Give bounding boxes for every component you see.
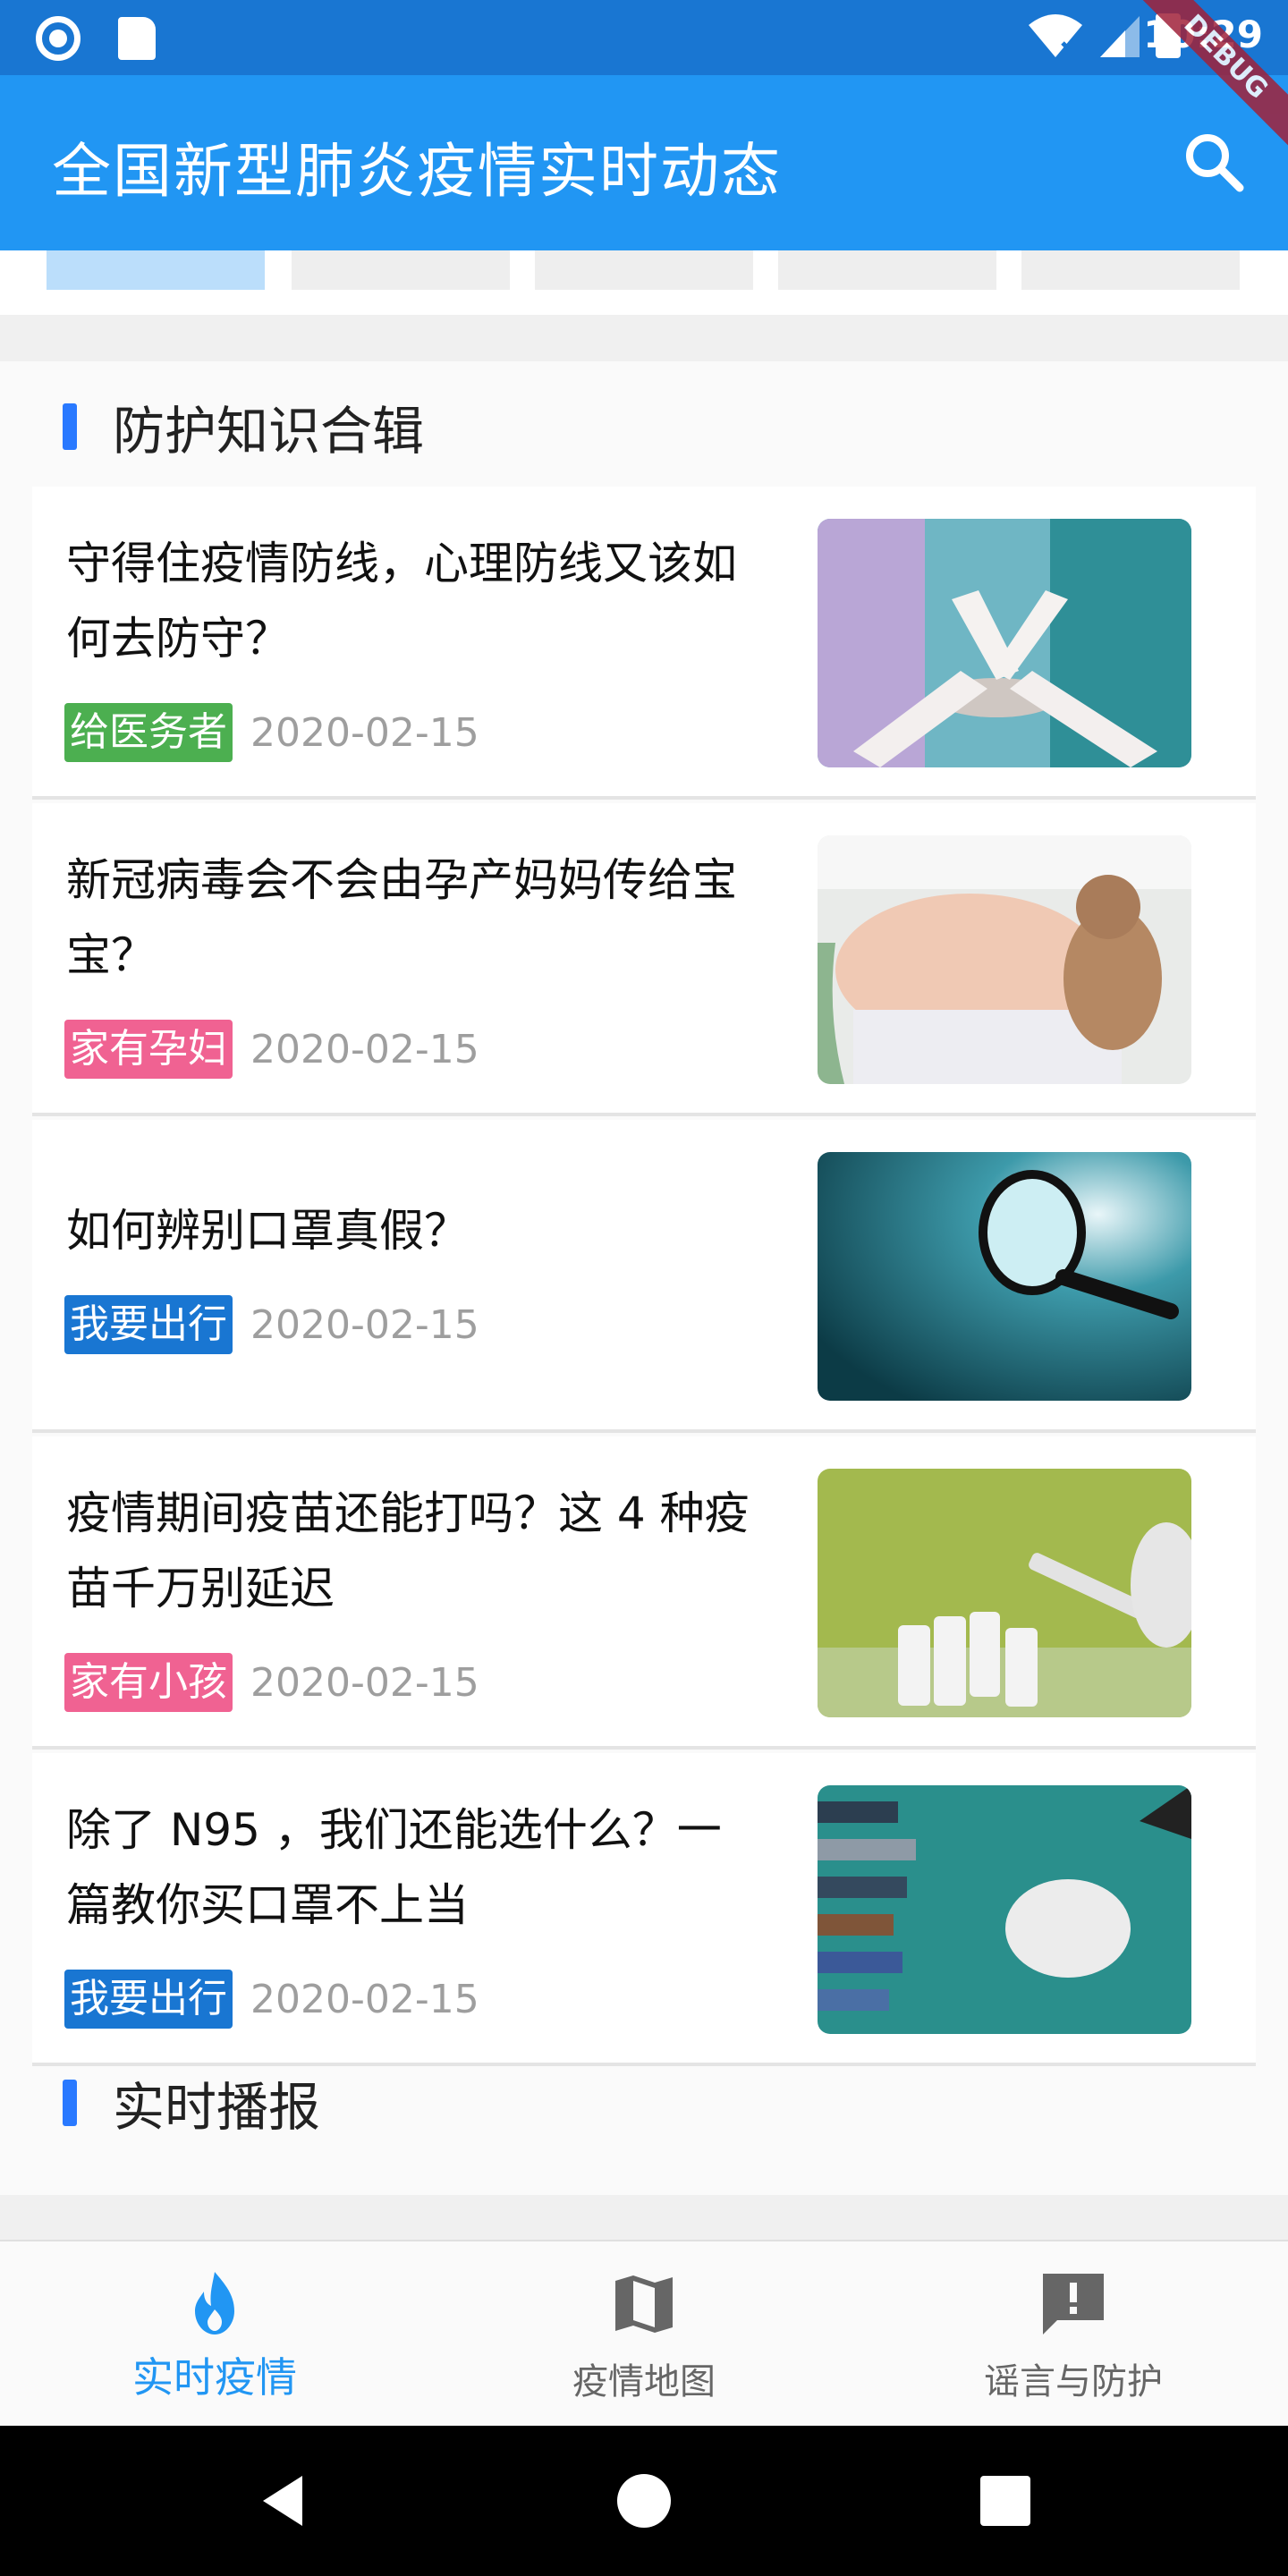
category-tab[interactable] [535,250,753,290]
article-title: 疫情期间疫苗还能打吗？这 4 种疫苗千万别延迟 [66,1487,750,1614]
category-tag: 家有小孩 [64,1653,233,1712]
protection-section: 防护知识合辑 守得住疫情防线，心理防线又该如何去防守？ 给医务者 2020-02… [0,361,1288,2195]
section-title: 防护知识合辑 [113,401,425,462]
article-meta: 给医务者 2020-02-15 [64,703,479,762]
category-tag: 家有孕妇 [64,1020,233,1079]
article-date: 2020-02-15 [250,1301,479,1348]
category-tag: 我要出行 [64,1295,233,1354]
article-title: 如何辨别口罩真假？ [66,1205,469,1257]
system-navigation-bar [0,2426,1288,2576]
signal-icon [1100,16,1140,57]
article-title: 守得住疫情防线，心理防线又该如何去防守？ [66,538,737,665]
search-icon [1186,134,1244,192]
nav-label: 实时疫情 [132,2353,297,2402]
section-accent-bar [63,403,77,450]
article-card[interactable]: 新冠病毒会不会由孕产妈妈传给宝宝？ 家有孕妇 2020-02-15 [32,803,1256,1116]
nav-item-live-epidemic[interactable]: 实时疫情 [0,2241,429,2428]
category-tab[interactable] [292,250,510,290]
back-icon[interactable] [250,2469,315,2533]
alert-message-icon [1043,2274,1104,2334]
page-title: 全国新型肺炎疫情实时动态 [52,137,782,206]
pregnant-belly-image [818,835,1191,1084]
article-date: 2020-02-15 [250,1976,479,2022]
article-date: 2020-02-15 [250,1026,479,1072]
category-tab[interactable] [778,250,996,290]
category-tab[interactable] [1021,250,1240,290]
article-title: 除了 N95 ，我们还能选什么？一篇教你买口罩不上当 [66,1804,722,1931]
vaccine-syringe-image [818,1469,1191,1717]
bottom-navigation: 实时疫情 疫情地图 谣言与防护 [0,2240,1288,2426]
category-tab[interactable] [47,250,265,290]
article-card[interactable]: 除了 N95 ，我们还能选什么？一篇教你买口罩不上当 我要出行 2020-02-… [32,1753,1256,2066]
mask-hands-image [818,1785,1191,2034]
section-header: 实时播报 [63,2072,320,2138]
search-button[interactable] [1177,125,1252,200]
sd-card-icon [118,17,156,60]
article-card[interactable]: 守得住疫情防线，心理防线又该如何去防守？ 给医务者 2020-02-15 [32,487,1256,800]
flame-icon [195,2272,234,2334]
article-card[interactable]: 疫情期间疫苗还能打吗？这 4 种疫苗千万别延迟 家有小孩 2020-02-15 [32,1436,1256,1750]
section-accent-bar [63,2080,77,2126]
nav-label: 谣言与防护 [984,2361,1163,2402]
hands-together-image [818,519,1191,767]
article-date: 2020-02-15 [250,1659,479,1706]
recents-icon[interactable] [973,2469,1038,2533]
notification-circle-icon [36,16,80,61]
article-date: 2020-02-15 [250,709,479,756]
article-title: 新冠病毒会不会由孕产妈妈传给宝宝？ [66,854,737,981]
article-meta: 家有小孩 2020-02-15 [64,1653,479,1712]
magnifying-glass-image [818,1152,1191,1401]
category-tag: 给医务者 [64,703,233,762]
wifi-icon [1029,14,1082,57]
nav-item-rumors-protection[interactable]: 谣言与防护 [859,2241,1288,2428]
article-meta: 家有孕妇 2020-02-15 [64,1020,479,1079]
status-bar: 10:29 [0,0,1288,75]
nav-item-epidemic-map[interactable]: 疫情地图 [429,2241,859,2428]
category-tabs [0,250,1288,315]
app-bar: 全国新型肺炎疫情实时动态 [0,75,1288,250]
home-icon[interactable] [612,2469,676,2533]
article-card[interactable]: 如何辨别口罩真假？ 我要出行 2020-02-15 [32,1120,1256,1433]
article-meta: 我要出行 2020-02-15 [64,1295,479,1354]
section-header: 防护知识合辑 [63,395,424,462]
section-title: 实时播报 [113,2077,321,2138]
category-tag: 我要出行 [64,1970,233,2029]
nav-label: 疫情地图 [572,2361,716,2402]
article-meta: 我要出行 2020-02-15 [64,1970,479,2029]
map-icon [615,2275,673,2333]
